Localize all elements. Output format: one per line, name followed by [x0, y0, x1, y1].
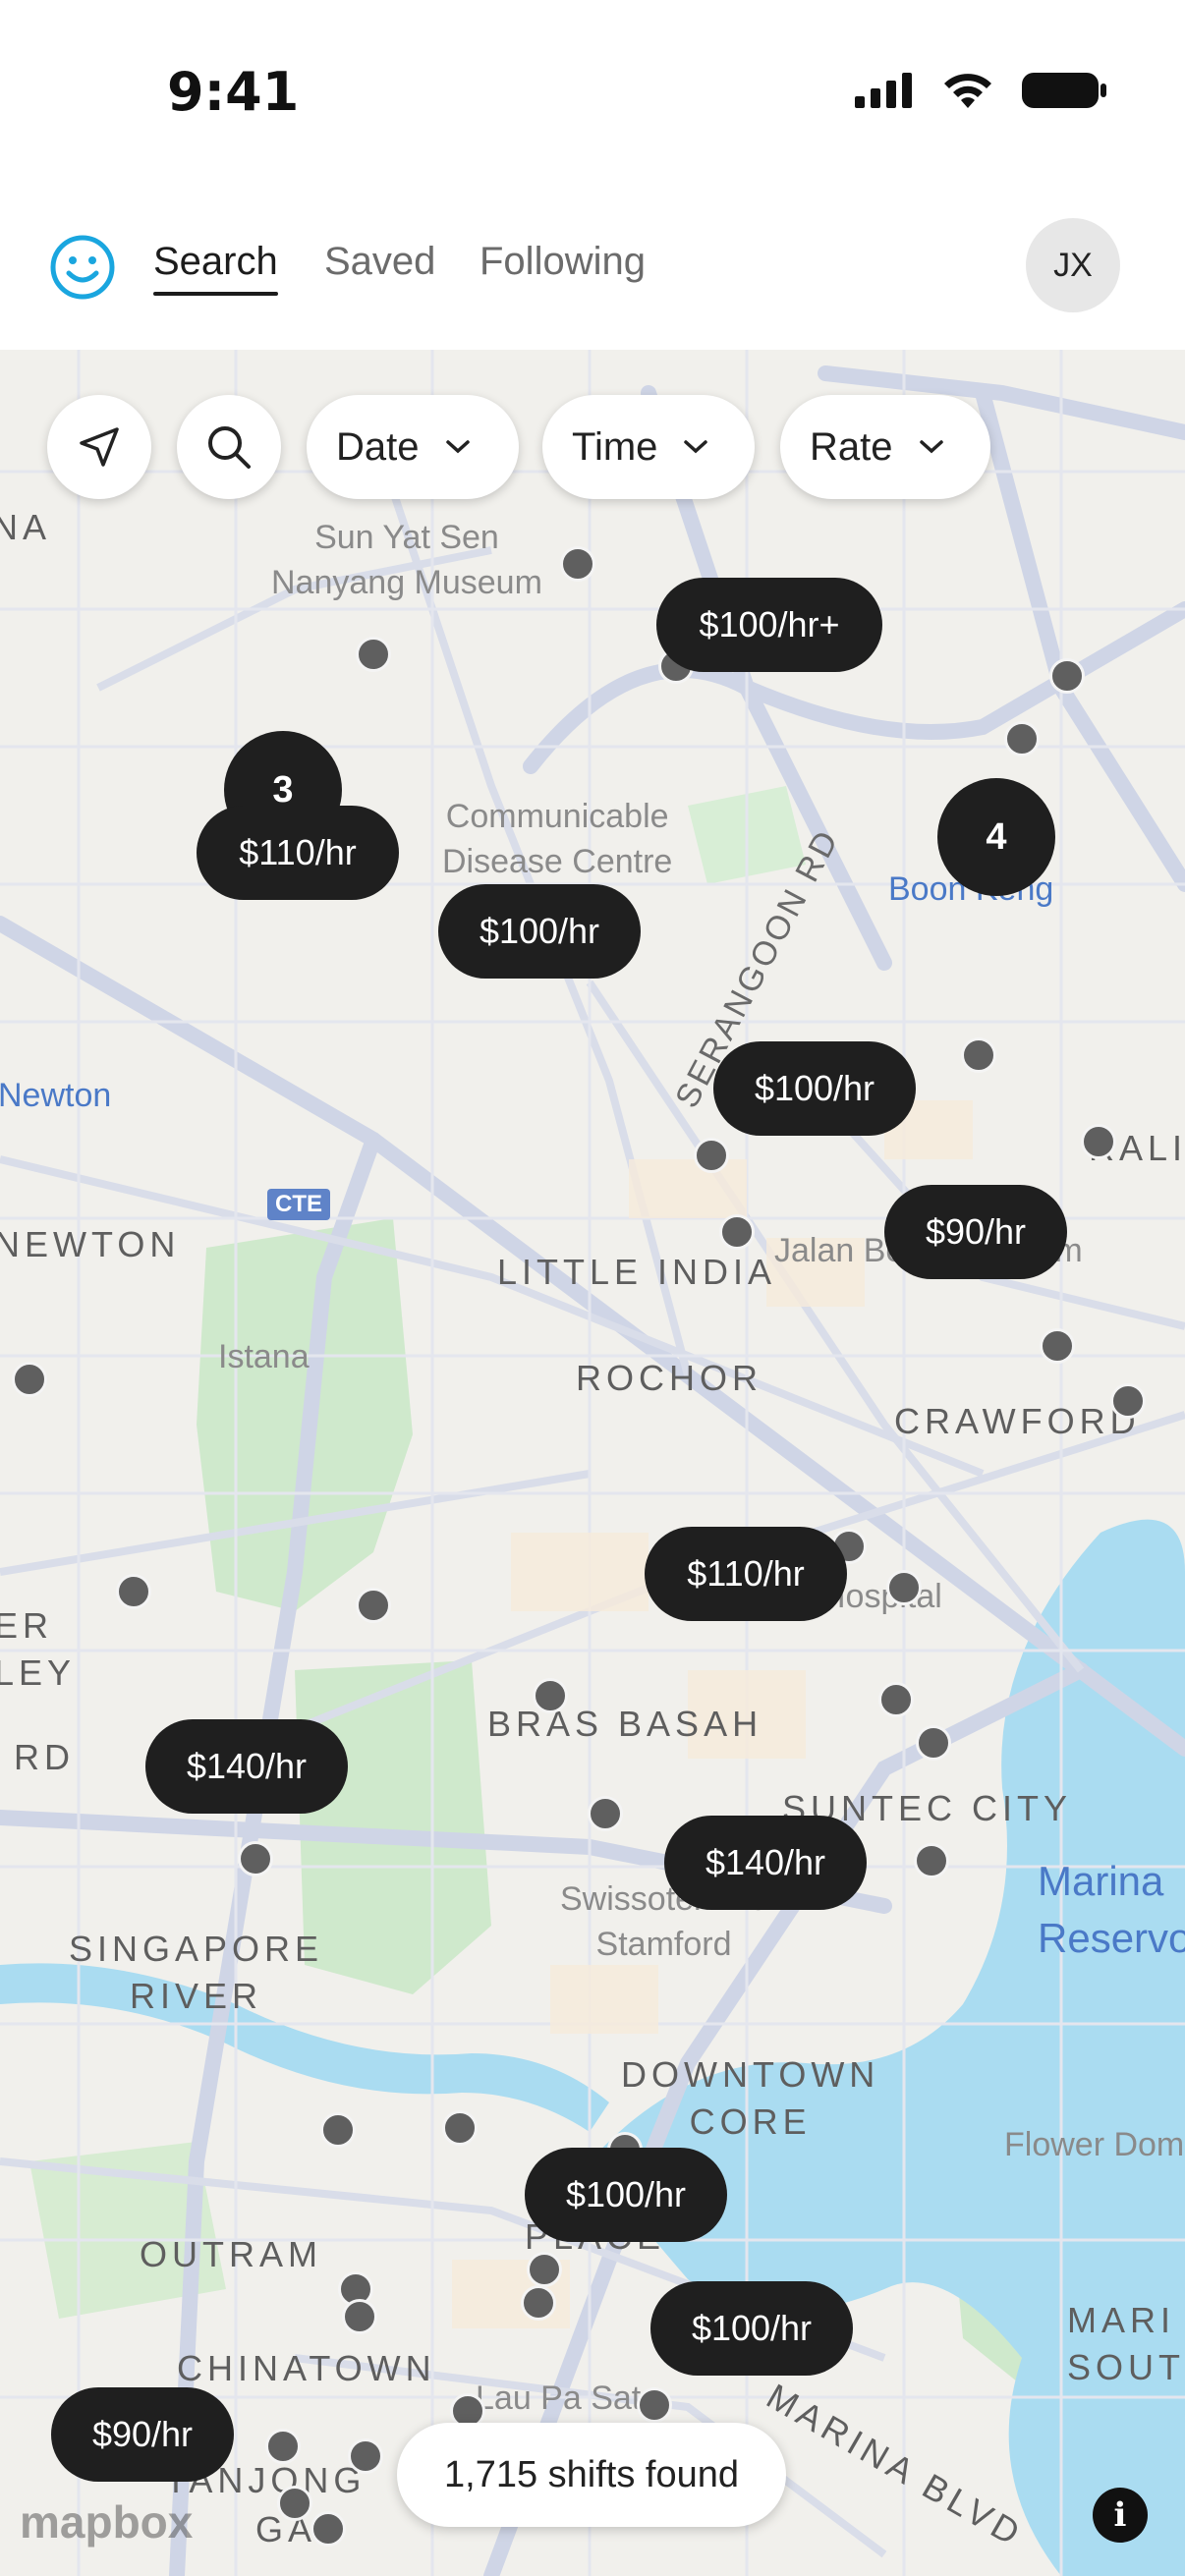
- shift-dot[interactable]: [1004, 721, 1040, 756]
- date-filter[interactable]: Date: [307, 395, 519, 499]
- tab-following[interactable]: Following: [480, 240, 646, 284]
- shift-dot[interactable]: [320, 2112, 356, 2148]
- shift-dot[interactable]: [560, 546, 595, 582]
- shift-dot[interactable]: [348, 2438, 383, 2474]
- shift-dot[interactable]: [1081, 1124, 1116, 1159]
- status-icons: [855, 71, 1106, 110]
- status-time: 9:41: [167, 61, 300, 123]
- shift-dot[interactable]: [588, 1796, 623, 1831]
- shift-dot[interactable]: [1040, 1328, 1075, 1364]
- map-label-outram: OUTRAM: [140, 2234, 322, 2274]
- map-label-ley: LEY: [0, 1652, 77, 1693]
- chevron-down-icon: [445, 440, 470, 454]
- shift-dot[interactable]: [719, 1214, 755, 1250]
- rate-filter-label: Rate: [810, 424, 893, 469]
- shift-dot[interactable]: [277, 2486, 312, 2521]
- mapbox-attribution: mapbox: [20, 2496, 194, 2548]
- map-label-marina-south: MARI SOUT: [1067, 2300, 1185, 2387]
- shift-dot[interactable]: [12, 1362, 47, 1397]
- locate-button[interactable]: [47, 395, 151, 499]
- shift-dot[interactable]: [442, 2110, 478, 2146]
- map-label-rochor: ROCHOR: [576, 1358, 762, 1398]
- price-pin[interactable]: $100/hr: [713, 1041, 916, 1136]
- shift-dot[interactable]: [886, 1570, 922, 1605]
- price-pin[interactable]: $140/hr: [145, 1719, 348, 1814]
- map-view[interactable]: NA Sun Yat Sen Nanyang Museum Communicab…: [0, 350, 1185, 2576]
- map-label-lau-pa-sat: Lau Pa Sat: [476, 2380, 642, 2417]
- shift-dot[interactable]: [521, 2285, 556, 2321]
- shifts-found-button[interactable]: 1,715 shifts found: [397, 2423, 786, 2527]
- map-label-cte: CTE: [267, 1189, 330, 1220]
- shift-dot[interactable]: [116, 1574, 151, 1609]
- shift-dot[interactable]: [238, 1841, 273, 1876]
- shift-dot[interactable]: [265, 2429, 301, 2464]
- shift-dot[interactable]: [356, 1588, 391, 1623]
- chevron-down-icon: [684, 440, 708, 454]
- map-label-little-india: LITTLE INDIA: [497, 1252, 777, 1292]
- map-label-cdc: Communicable Disease Centre: [442, 798, 673, 880]
- price-pin[interactable]: $140/hr: [664, 1816, 867, 1910]
- shift-dot[interactable]: [961, 1037, 996, 1073]
- avatar[interactable]: JX: [1026, 218, 1120, 312]
- shift-dot[interactable]: [878, 1682, 914, 1717]
- shift-dot[interactable]: [694, 1138, 729, 1173]
- price-pin[interactable]: $100/hr+: [656, 578, 882, 672]
- map-label-chinatown: CHINATOWN: [177, 2348, 436, 2388]
- shift-dot[interactable]: [310, 2511, 346, 2547]
- map-label-flower-dome: Flower Dome: [1004, 2126, 1185, 2163]
- status-bar: 9:41: [0, 0, 1185, 196]
- search-icon: [208, 426, 251, 469]
- price-pin[interactable]: $90/hr: [51, 2387, 234, 2482]
- price-pin[interactable]: $100/hr: [438, 884, 641, 979]
- tab-saved[interactable]: Saved: [324, 240, 435, 284]
- map-label-istana: Istana: [218, 1338, 310, 1375]
- shift-dot[interactable]: [1049, 658, 1085, 694]
- map-label-downtown-core: DOWNTOWN CORE: [621, 2054, 880, 2142]
- map-label-na: NA: [0, 507, 52, 547]
- shift-dot[interactable]: [342, 2299, 377, 2334]
- shift-dot[interactable]: [916, 1725, 951, 1761]
- map-label-sun-yat-sen: Sun Yat Sen Nanyang Museum: [271, 519, 542, 601]
- shift-dot[interactable]: [533, 1678, 568, 1713]
- map-label-newton: NEWTON: [0, 1224, 181, 1264]
- time-filter[interactable]: Time: [542, 395, 755, 499]
- chevron-down-icon: [919, 440, 943, 454]
- shift-dot[interactable]: [1110, 1383, 1146, 1419]
- search-button[interactable]: [177, 395, 281, 499]
- location-arrow-icon: [80, 427, 119, 467]
- price-pin[interactable]: $100/hr: [525, 2148, 727, 2242]
- map-label-rd: RD: [14, 1737, 75, 1777]
- map-label-er: ER: [0, 1605, 54, 1646]
- cluster-pin[interactable]: 4: [937, 778, 1055, 896]
- map-label-bras-basah: BRAS BASAH: [487, 1704, 763, 1744]
- price-pin[interactable]: $100/hr: [650, 2281, 853, 2376]
- shift-dot[interactable]: [914, 1843, 949, 1878]
- battery-icon: [1022, 73, 1106, 108]
- price-pin[interactable]: $110/hr: [197, 806, 399, 900]
- map-label-crawford: CRAWFORD: [894, 1401, 1141, 1441]
- time-filter-label: Time: [572, 424, 658, 469]
- map-label-newton-mrt: Newton: [0, 1077, 112, 1114]
- signal-icon: [855, 73, 912, 108]
- shift-dot[interactable]: [527, 2252, 562, 2287]
- rate-filter[interactable]: Rate: [780, 395, 990, 499]
- shift-dot[interactable]: [356, 637, 391, 672]
- map-label-singapore-river: SINGAPORE RIVER: [69, 1929, 324, 2016]
- price-pin[interactable]: $110/hr: [645, 1527, 847, 1621]
- smiley-logo-icon[interactable]: [49, 234, 116, 301]
- date-filter-label: Date: [336, 424, 420, 469]
- map-label-marina-reservoir: Marina Reservoir: [1038, 1858, 1185, 1961]
- top-nav: Search Saved Following JX: [0, 196, 1185, 352]
- tab-search[interactable]: Search: [153, 240, 278, 296]
- wifi-icon: [944, 74, 991, 108]
- shift-dot[interactable]: [637, 2387, 672, 2423]
- price-pin[interactable]: $90/hr: [884, 1185, 1067, 1279]
- info-icon[interactable]: i: [1093, 2488, 1148, 2543]
